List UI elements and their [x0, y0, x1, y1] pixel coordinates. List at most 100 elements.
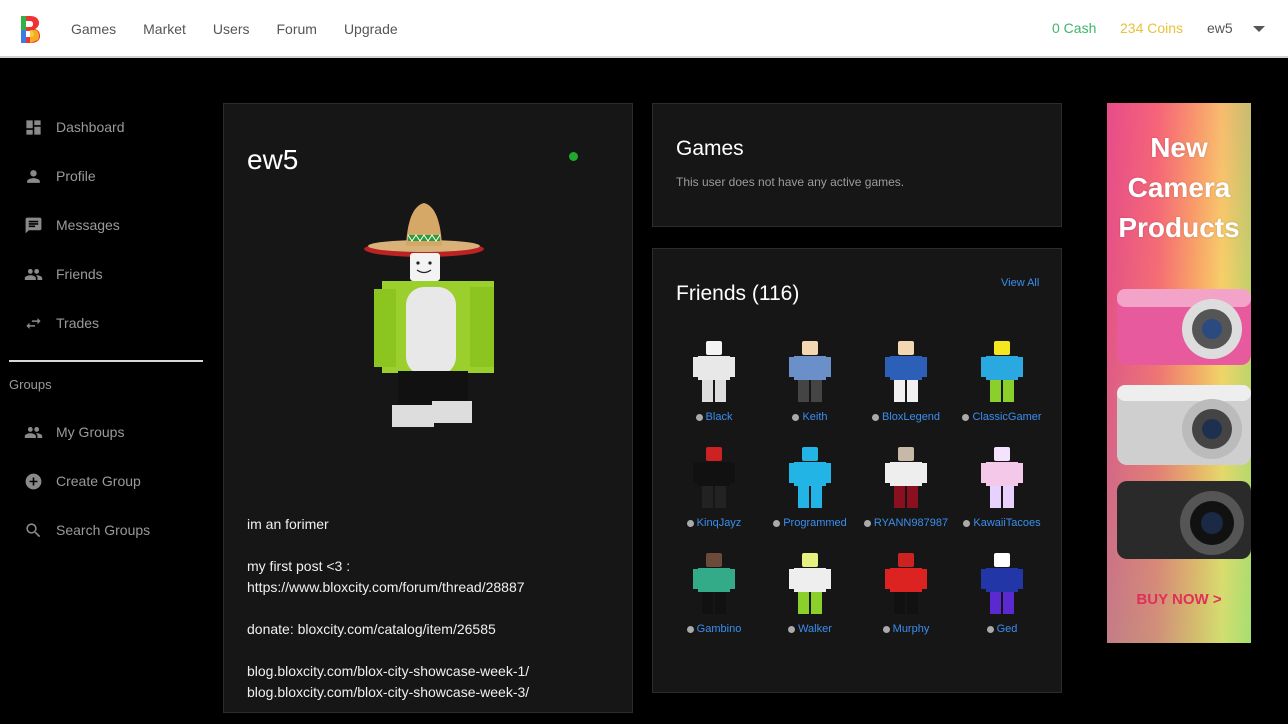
profile-avatar [364, 203, 494, 427]
add-circle-icon [24, 472, 43, 491]
friend-name-row: Keith [762, 411, 858, 423]
sidebar-item-label: Profile [56, 168, 96, 184]
sidebar-item-profile[interactable]: Profile [24, 164, 96, 188]
friend-avatar [885, 553, 927, 614]
sidebar-item-messages[interactable]: Messages [24, 213, 120, 237]
games-empty-text: This user does not have any active games… [676, 175, 905, 189]
camera-black-image [1117, 481, 1251, 559]
friend-name[interactable]: KinqJayz [697, 517, 742, 529]
offline-status-dot [695, 413, 703, 421]
friend-item[interactable]: BloxLegend [858, 339, 954, 439]
friend-avatar [789, 553, 831, 614]
friend-avatar [981, 341, 1023, 402]
nav-forum[interactable]: Forum [276, 21, 316, 37]
profile-username: ew5 [247, 144, 299, 175]
friend-avatar [981, 447, 1023, 508]
sidebar-groups-heading: Groups [9, 377, 52, 392]
ad-title-line: Products [1118, 212, 1240, 243]
nav-games[interactable]: Games [71, 21, 116, 37]
friend-name-row: Programmed [762, 517, 858, 529]
nav-users[interactable]: Users [213, 21, 250, 37]
friends-title: Friends (116) [676, 282, 800, 305]
friend-name[interactable]: BloxLegend [882, 411, 940, 423]
friend-avatar [693, 341, 735, 402]
people-icon [24, 423, 43, 442]
friend-name[interactable]: KawaiiTacoes [973, 517, 1040, 529]
sidebar-item-label: Friends [56, 266, 103, 282]
nav-market[interactable]: Market [143, 21, 186, 37]
games-title: Games [676, 137, 744, 160]
bloxcity-logo[interactable] [19, 14, 41, 44]
camera-pink-image [1117, 289, 1251, 365]
friend-name-row: Gambino [666, 623, 762, 635]
search-icon [24, 521, 43, 540]
friend-item[interactable]: Gambino [666, 551, 762, 651]
offline-status-dot [963, 519, 971, 527]
friend-name[interactable]: Black [706, 411, 733, 423]
sidebar-item-label: Create Group [56, 473, 141, 489]
friend-avatar [885, 447, 927, 508]
offline-status-dot [788, 625, 796, 633]
account-username[interactable]: ew5 [1207, 20, 1233, 36]
friend-item[interactable]: Ged [954, 551, 1050, 651]
online-status-indicator [569, 152, 578, 161]
friend-item[interactable]: KinqJayz [666, 445, 762, 545]
offline-status-dot [792, 413, 800, 421]
friend-item[interactable]: KawaiiTacoes [954, 445, 1050, 545]
sidebar-item-create-group[interactable]: Create Group [24, 469, 141, 493]
sidebar-item-friends[interactable]: Friends [24, 262, 103, 286]
sidebar-divider [9, 360, 203, 362]
view-all-friends-link[interactable]: View All [1001, 277, 1039, 289]
person-icon [24, 167, 43, 186]
cash-balance[interactable]: 0 Cash [1052, 20, 1096, 36]
sidebar-item-search-groups[interactable]: Search Groups [24, 518, 150, 542]
friend-name[interactable]: Programmed [783, 517, 847, 529]
sidebar-item-label: Dashboard [56, 119, 125, 135]
friend-name[interactable]: RYANN987987 [874, 517, 948, 529]
friend-name-row: Murphy [858, 623, 954, 635]
sidebar-item-label: Search Groups [56, 522, 151, 538]
friend-item[interactable]: Programmed [762, 445, 858, 545]
friend-avatar [981, 553, 1023, 614]
friend-name-row: Black [666, 411, 762, 423]
bio-line: donate: bloxcity.com/catalog/item/26585 [247, 621, 496, 637]
nav-upgrade[interactable]: Upgrade [344, 21, 398, 37]
friend-name[interactable]: Keith [802, 411, 827, 423]
people-icon [24, 265, 43, 284]
sidebar-item-my-groups[interactable]: My Groups [24, 420, 124, 444]
sidebar-item-trades[interactable]: Trades [24, 311, 99, 335]
offline-status-dot [962, 413, 970, 421]
friends-card: Friends (116) View All Black Keith BloxLeg… [652, 248, 1062, 693]
friend-name[interactable]: Gambino [697, 623, 742, 635]
ad-title: New Camera Products [1107, 128, 1251, 248]
friend-name[interactable]: Walker [798, 623, 832, 635]
offline-status-dot [882, 625, 890, 633]
friend-name-row: RYANN987987 [858, 517, 954, 529]
friend-item[interactable]: Black [666, 339, 762, 439]
friend-item[interactable]: Keith [762, 339, 858, 439]
friend-item[interactable]: Murphy [858, 551, 954, 651]
friend-item[interactable]: Walker [762, 551, 858, 651]
friend-item[interactable]: ClassicGamer [954, 339, 1050, 439]
games-card: Games This user does not have any active… [652, 103, 1062, 227]
offline-status-dot [686, 625, 694, 633]
coins-balance[interactable]: 234 Coins [1120, 20, 1183, 36]
sidebar-item-label: Trades [56, 315, 100, 331]
friend-item[interactable]: RYANN987987 [858, 445, 954, 545]
ad-buy-now-link[interactable]: BUY NOW > [1107, 591, 1251, 608]
swap-icon [24, 314, 43, 333]
friend-avatar [885, 341, 927, 402]
sidebar-item-label: Messages [56, 217, 120, 233]
chevron-down-icon[interactable] [1253, 26, 1265, 32]
sidebar-item-dashboard[interactable]: Dashboard [24, 115, 125, 139]
friend-name-row: BloxLegend [858, 411, 954, 423]
offline-status-dot [686, 519, 694, 527]
friend-name[interactable]: Ged [997, 623, 1018, 635]
ad-title-line: Camera [1127, 172, 1231, 203]
friend-name[interactable]: Murphy [893, 623, 930, 635]
friend-name[interactable]: ClassicGamer [972, 411, 1041, 423]
advertisement-banner[interactable]: New Camera Products BUY NOW > [1107, 103, 1251, 643]
offline-status-dot [773, 519, 781, 527]
profile-card: ew5 im an forimer my first post <3 : htt… [223, 103, 633, 713]
friend-name-row: KinqJayz [666, 517, 762, 529]
